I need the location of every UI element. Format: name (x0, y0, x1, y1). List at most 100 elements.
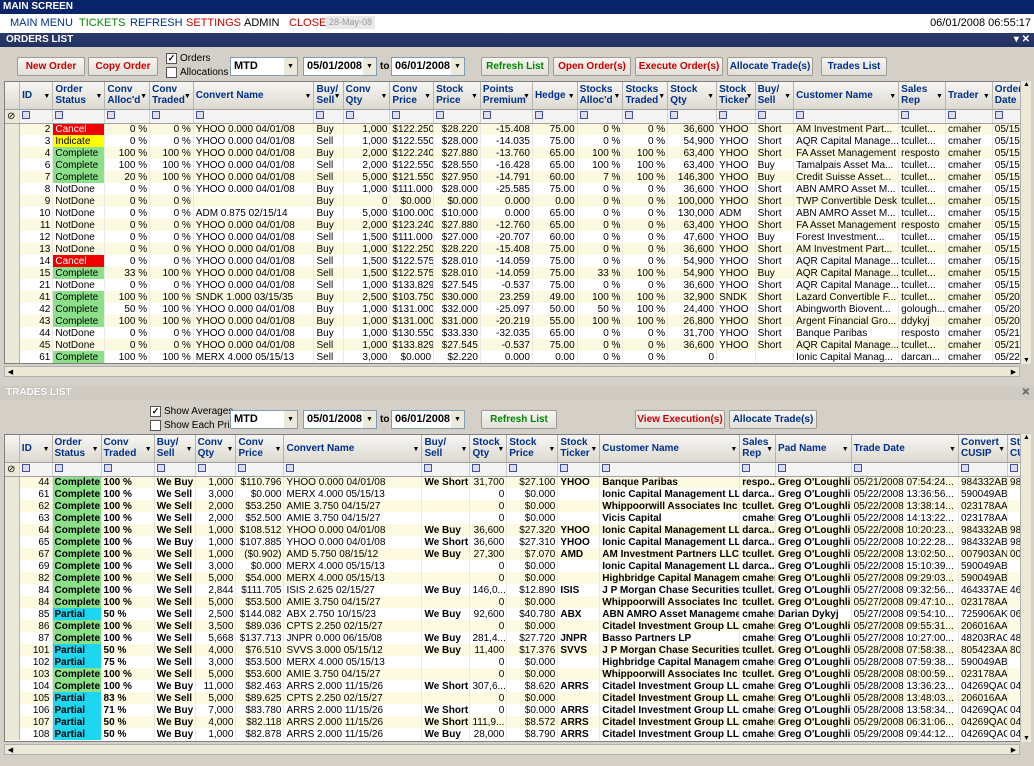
row-selector[interactable] (5, 279, 21, 291)
row-selector[interactable] (5, 572, 20, 584)
column-header[interactable]: Stock Qty ▼ (469, 435, 508, 463)
column-filter-cell[interactable] (599, 462, 741, 477)
row-selector[interactable] (5, 704, 20, 716)
sort-dropdown-icon[interactable]: ▼ (707, 91, 714, 102)
scroll-right-icon[interactable]: ▶ (1008, 746, 1019, 754)
allocate-trades-button[interactable]: Allocate Trade(s) (727, 57, 813, 76)
column-header[interactable]: Conv Traded ▼ (101, 435, 155, 463)
sort-dropdown-icon[interactable]: ▼ (614, 91, 621, 102)
column-filter-cell[interactable] (622, 109, 669, 124)
column-header[interactable]: ID ▼ (19, 82, 54, 110)
table-row[interactable]: 82 Complete 100 % We Sell 5,000 $54.000 MERX 4… (5, 572, 1021, 584)
row-selector[interactable] (5, 303, 21, 315)
orders-to-date[interactable]: 06/01/2008 ▼ (391, 57, 465, 76)
row-selector[interactable] (5, 231, 21, 243)
column-header[interactable]: Stock Price ▼ (433, 82, 481, 110)
row-selector[interactable] (5, 351, 21, 363)
sort-dropdown-icon[interactable]: ▼ (766, 444, 773, 455)
row-selector[interactable] (5, 548, 20, 560)
column-header[interactable]: Hedge ▼ (532, 82, 578, 110)
row-selector[interactable] (5, 716, 20, 728)
table-row[interactable]: 44 Complete 100 % We Buy 1,000 $110.796 YHOO 0… (5, 476, 1021, 488)
sort-dropdown-icon[interactable]: ▼ (590, 444, 597, 455)
table-row[interactable]: 7 Complete 20 % 100 % YHOO 0.000 04/01/08 Sel… (5, 171, 1021, 183)
row-selector[interactable] (5, 243, 21, 255)
sort-dropdown-icon[interactable]: ▼ (92, 444, 99, 455)
column-filter-cell[interactable] (577, 109, 624, 124)
sort-dropdown-icon[interactable]: ▼ (523, 91, 530, 102)
sort-dropdown-icon[interactable]: ▼ (936, 91, 943, 102)
sort-dropdown-icon[interactable]: ▼ (380, 91, 387, 102)
column-filter-cell[interactable] (945, 109, 993, 124)
column-header[interactable]: Buy/ Sell ▼ (755, 82, 795, 110)
sort-dropdown-icon[interactable]: ▼ (275, 444, 282, 455)
column-filter-cell[interactable] (235, 462, 285, 477)
column-header[interactable]: Convert Name ▼ (283, 435, 423, 463)
table-row[interactable]: 85 Partial 50 % We Sell 2,500 $144.082 ABX 2.7… (5, 608, 1021, 620)
row-selector[interactable] (5, 512, 20, 524)
table-row[interactable]: 104 Complete 100 % We Buy 11,000 $82.463 ARRS … (5, 680, 1021, 692)
column-filter-cell[interactable] (421, 462, 471, 477)
copy-order-button[interactable]: Copy Order (88, 57, 158, 76)
column-filter-cell[interactable] (793, 109, 900, 124)
column-header[interactable]: Stocks Traded ▼ (622, 82, 669, 110)
sort-dropdown-icon[interactable]: ▼ (424, 91, 431, 102)
table-row[interactable]: 10 NotDone 0 % 0 % ADM 0.875 02/15/14 Buy 5,00… (5, 207, 1021, 219)
trades-allocate-button[interactable]: Allocate Trade(s) (729, 410, 817, 429)
row-selector[interactable] (5, 728, 20, 740)
column-filter-cell[interactable] (343, 109, 391, 124)
table-row[interactable]: 62 Complete 100 % We Sell 2,000 $53.250 AMIE 3… (5, 500, 1021, 512)
trades-to-date[interactable]: 06/01/2008 ▼ (391, 410, 465, 429)
sort-dropdown-icon[interactable]: ▼ (658, 91, 665, 102)
row-selector[interactable] (5, 692, 20, 704)
column-filter-cell[interactable] (898, 109, 946, 124)
row-selector[interactable] (5, 159, 21, 171)
column-filter-cell[interactable] (739, 462, 777, 477)
window-controls-icon[interactable]: ▾ ✕ (1014, 33, 1030, 47)
column-header[interactable]: Conv Qty ▼ (343, 82, 391, 110)
row-selector[interactable] (5, 219, 21, 231)
table-row[interactable]: 106 Partial 71 % We Buy 7,000 $83.780 ARRS 2.0… (5, 704, 1021, 716)
table-row[interactable]: 14 Cancel 0 % 0 % YHOO 0.000 04/01/08 Sell 1,5… (5, 255, 1021, 267)
orders-checkbox[interactable]: ✓ Orders (166, 53, 211, 65)
column-header[interactable]: Conv Price ▼ (389, 82, 435, 110)
row-selector[interactable] (5, 668, 20, 680)
column-header[interactable]: Conv Price ▼ (235, 435, 285, 463)
row-selector[interactable] (5, 135, 21, 147)
sort-dropdown-icon[interactable]: ▼ (145, 444, 152, 455)
scroll-up-icon[interactable]: ▲ (1021, 434, 1032, 441)
column-filter-cell[interactable] (992, 109, 1021, 124)
table-row[interactable]: 21 NotDone 0 % 0 % YHOO 0.000 04/01/08 Sell 1,… (5, 279, 1021, 291)
table-row[interactable]: 63 Complete 100 % We Sell 2,000 $52.500 AMIE 3… (5, 512, 1021, 524)
column-header[interactable]: Stocks Alloc'd ▼ (577, 82, 624, 110)
column-filter-cell[interactable] (52, 462, 102, 477)
column-header[interactable]: Pad Name ▼ (775, 435, 852, 463)
sort-dropdown-icon[interactable]: ▼ (95, 91, 102, 102)
table-row[interactable]: 43 Complete 100 % 100 % YHOO 0.000 04/01/08 B… (5, 315, 1021, 327)
column-filter-cell[interactable] (193, 109, 315, 124)
column-header[interactable]: Conv Alloc'd ▼ (104, 82, 151, 110)
sort-dropdown-icon[interactable]: ▼ (305, 91, 312, 102)
scroll-left-icon[interactable]: ◀ (5, 368, 16, 376)
menu-close[interactable]: CLOSE (289, 14, 326, 32)
column-filter-cell[interactable] (195, 462, 237, 477)
column-header[interactable]: Buy/ Sell ▼ (313, 82, 344, 110)
table-row[interactable]: 13 NotDone 0 % 0 % YHOO 0.000 04/01/08 Buy 1,0… (5, 243, 1021, 255)
sort-dropdown-icon[interactable]: ▼ (889, 91, 896, 102)
column-filter-cell[interactable] (506, 462, 559, 477)
table-row[interactable]: 2 Cancel 0 % 0 % YHOO 0.000 04/01/08 Buy 1,000… (5, 123, 1021, 135)
trades-horizontal-scrollbar[interactable]: ◀ ▶ (4, 744, 1020, 755)
open-orders-button[interactable]: Open Order(s) (553, 57, 631, 76)
sort-dropdown-icon[interactable]: ▼ (568, 91, 575, 102)
show-each-print-checkbox[interactable]: Show Each Print (150, 420, 238, 432)
scroll-up-icon[interactable]: ▲ (1021, 81, 1032, 88)
table-row[interactable]: 102 Partial 75 % We Sell 3,000 $53.500 MERX 4.… (5, 656, 1021, 668)
table-row[interactable]: 84 Complete 100 % We Sell 2,844 $111.705 ISIS … (5, 584, 1021, 596)
row-selector[interactable] (5, 255, 21, 267)
row-selector[interactable] (5, 339, 21, 351)
column-filter-cell[interactable] (469, 462, 508, 477)
column-filter-cell[interactable] (667, 109, 718, 124)
column-filter-cell[interactable] (851, 462, 959, 477)
scroll-right-icon[interactable]: ▶ (1008, 368, 1019, 376)
trades-refresh-button[interactable]: Refresh List (481, 410, 557, 429)
